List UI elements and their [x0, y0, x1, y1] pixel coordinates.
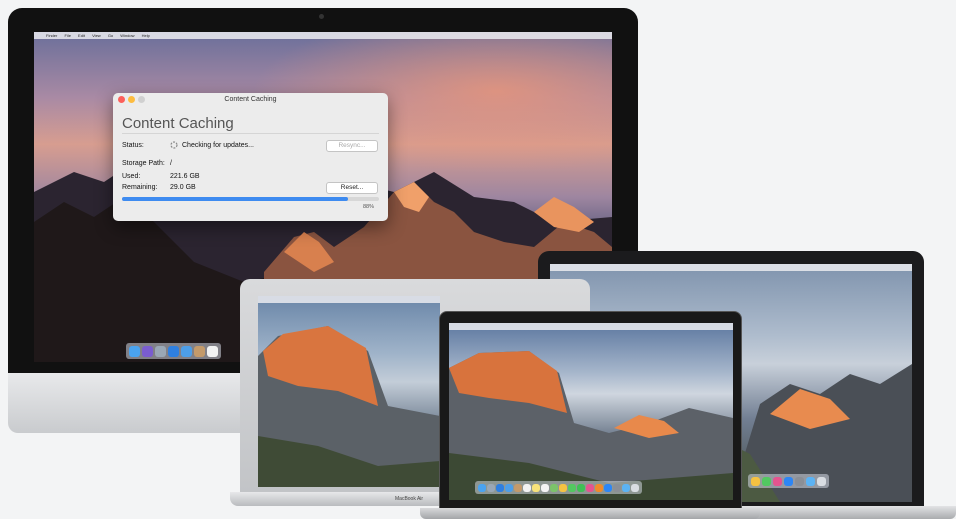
- trash-icon[interactable]: [631, 483, 639, 492]
- menu-edit[interactable]: Edit: [78, 33, 85, 38]
- macbook-screen: [449, 323, 733, 500]
- divider: [122, 133, 379, 134]
- itunes-icon[interactable]: [773, 476, 782, 486]
- menu-window[interactable]: Window: [120, 33, 134, 38]
- trash-icon[interactable]: [817, 476, 826, 486]
- photos-icon[interactable]: [559, 483, 567, 492]
- macbook-air-screen: [258, 296, 440, 487]
- remaining-value: 29.0 GB: [170, 184, 196, 191]
- progress-fill: [122, 197, 349, 201]
- photos-icon[interactable]: [751, 476, 760, 486]
- status-label: Status:: [122, 142, 144, 149]
- appstore-icon[interactable]: [784, 476, 793, 486]
- finder-icon[interactable]: [478, 483, 486, 492]
- resync-button[interactable]: Resync...: [326, 140, 378, 152]
- maps-icon[interactable]: [550, 483, 558, 492]
- window-title: Content Caching: [224, 96, 277, 103]
- settings-icon[interactable]: [795, 476, 804, 486]
- reminders-icon[interactable]: [541, 483, 549, 492]
- menu-finder[interactable]: Finder: [46, 33, 57, 38]
- launchpad-icon[interactable]: [487, 483, 495, 492]
- mail-icon[interactable]: [181, 345, 192, 357]
- macbook-air-label: MacBook Air: [395, 496, 424, 502]
- calendar-icon[interactable]: [523, 483, 531, 492]
- menu-go[interactable]: Go: [108, 33, 113, 38]
- el-capitan-wallpaper: [258, 326, 440, 487]
- storage-path-value: /: [170, 160, 172, 167]
- contacts-icon[interactable]: [194, 345, 205, 357]
- safari-icon[interactable]: [496, 483, 504, 492]
- safari-icon[interactable]: [168, 345, 179, 357]
- imac-dock: [126, 343, 221, 359]
- page-title: Content Caching: [122, 115, 234, 132]
- macbook-dock: [475, 481, 642, 494]
- messages-icon[interactable]: [762, 476, 771, 486]
- reset-button[interactable]: Reset...: [326, 182, 378, 194]
- menu-view[interactable]: View: [92, 33, 101, 38]
- el-capitan-wallpaper: [449, 351, 733, 500]
- messages-icon[interactable]: [568, 483, 576, 492]
- contacts-icon[interactable]: [514, 483, 522, 492]
- finder-icon[interactable]: [129, 345, 140, 357]
- folder-icon[interactable]: [622, 483, 630, 492]
- ibooks-icon[interactable]: [595, 483, 603, 492]
- imac-camera: [319, 14, 324, 19]
- macbook-pro-dock: [748, 474, 829, 488]
- notes-icon[interactable]: [532, 483, 540, 492]
- settings-icon[interactable]: [613, 483, 621, 492]
- mail-icon[interactable]: [505, 483, 513, 492]
- appstore-icon[interactable]: [604, 483, 612, 492]
- spinner-icon: [170, 141, 178, 149]
- progress-bar: [122, 197, 379, 201]
- menu-help[interactable]: Help: [142, 33, 150, 38]
- macbook-base: [420, 508, 760, 519]
- used-value: 221.6 GB: [170, 173, 200, 180]
- content-caching-window: Content Caching Content Caching Status: …: [113, 93, 388, 221]
- storage-path-label: Storage Path:: [122, 160, 165, 167]
- folder-icon[interactable]: [806, 476, 815, 486]
- calendar-icon[interactable]: [207, 345, 218, 357]
- itunes-icon[interactable]: [586, 483, 594, 492]
- siri-icon[interactable]: [142, 345, 153, 357]
- facetime-icon[interactable]: [577, 483, 585, 492]
- used-label: Used:: [122, 173, 141, 180]
- menu-file[interactable]: File: [64, 33, 70, 38]
- status-value: Checking for updates...: [182, 142, 254, 149]
- imac-menubar: Finder File Edit View Go Window Help: [34, 32, 612, 39]
- remaining-label: Remaining:: [122, 184, 158, 191]
- launchpad-icon[interactable]: [155, 345, 166, 357]
- progress-percent: 88%: [363, 204, 375, 210]
